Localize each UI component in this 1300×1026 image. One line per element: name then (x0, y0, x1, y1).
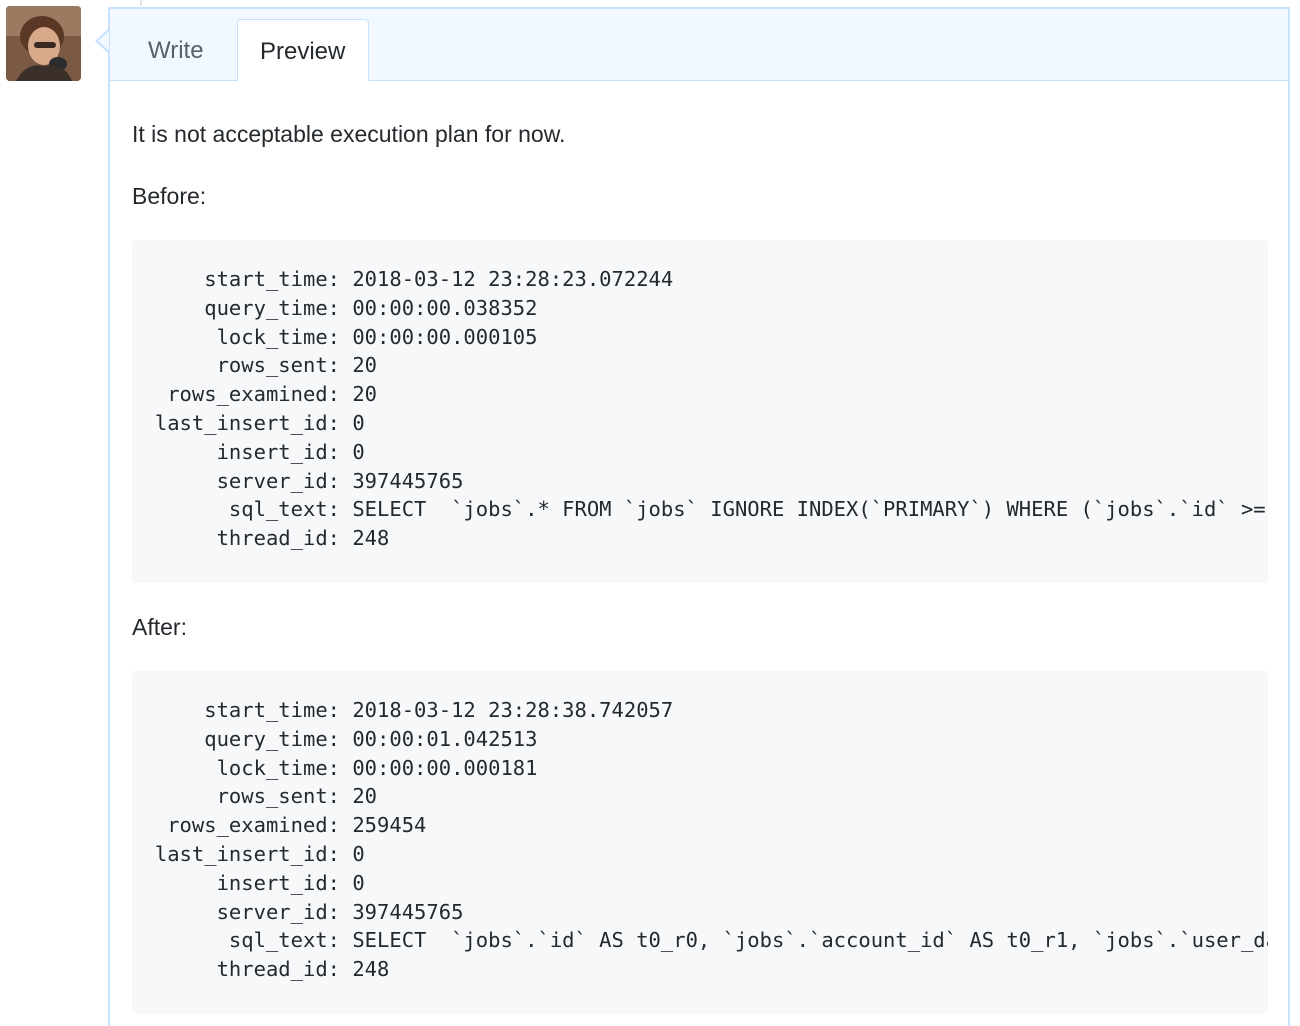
code-line: query_time: 00:00:00.038352 (132, 294, 1268, 323)
code-line: server_id: 397445765 (132, 898, 1268, 927)
code-value: SELECT `jobs`.* FROM `jobs` IGNORE INDEX… (340, 497, 1268, 522)
code-value: 0 (340, 410, 365, 435)
code-key: rows_examined: (167, 382, 340, 407)
code-line: start_time: 2018-03-12 23:28:23.072244 (132, 265, 1268, 294)
code-line: lock_time: 00:00:00.000181 (132, 754, 1268, 783)
code-line: insert_id: 0 (132, 438, 1268, 467)
code-key: last_insert_id: (154, 841, 340, 866)
code-line: server_id: 397445765 (132, 467, 1268, 496)
code-value: SELECT `jobs`.`id` AS t0_r0, `jobs`.`acc… (340, 928, 1268, 953)
code-line: sql_text: SELECT `jobs`.* FROM `jobs` IG… (132, 495, 1268, 524)
code-line: start_time: 2018-03-12 23:28:38.742057 (132, 696, 1268, 725)
code-line: last_insert_id: 0 (132, 840, 1268, 869)
before-label: Before: (132, 183, 207, 209)
code-value: 20 (340, 382, 378, 407)
code-key: rows_sent: (216, 784, 340, 809)
code-value: 2018-03-12 23:28:38.742057 (340, 698, 674, 722)
code-line: insert_id: 0 (132, 869, 1268, 898)
preview-paragraph: It is not acceptable execution plan for … (132, 121, 566, 147)
code-block-after: start_time: 2018-03-12 23:28:38.742057 qu… (132, 671, 1268, 1014)
tab-write[interactable]: Write (126, 19, 246, 82)
avatar-image (6, 6, 81, 81)
code-value: 0 (340, 439, 365, 464)
code-line: rows_examined: 259454 (132, 811, 1268, 840)
code-key: start_time: (204, 698, 340, 722)
code-key: server_id: (216, 468, 340, 493)
code-line: thread_id: 248 (132, 955, 1268, 984)
code-key: start_time: (204, 267, 340, 291)
code-value: 397445765 (340, 468, 464, 493)
code-value: 20 (340, 784, 378, 809)
code-key: thread_id: (216, 526, 340, 551)
code-key: last_insert_id: (154, 410, 340, 435)
code-key: rows_examined: (167, 813, 340, 838)
code-line: thread_id: 248 (132, 524, 1268, 553)
tab-bar: Write Preview (110, 9, 1288, 82)
code-key: query_time: (204, 726, 340, 751)
code-line: rows_sent: 20 (132, 351, 1268, 380)
code-value: 248 (340, 526, 390, 551)
code-value: 0 (340, 870, 365, 895)
code-value: 00:00:00.000105 (340, 324, 538, 349)
comment-caret-fill (98, 31, 109, 51)
code-value: 0 (340, 841, 365, 866)
code-key: sql_text: (228, 497, 340, 522)
code-line: query_time: 00:00:01.042513 (132, 725, 1268, 754)
code-line: sql_text: SELECT `jobs`.`id` AS t0_r0, `… (132, 926, 1268, 955)
code-value: 2018-03-12 23:28:23.072244 (340, 267, 674, 291)
code-key: insert_id: (216, 439, 340, 464)
code-key: thread_id: (216, 957, 340, 982)
after-label: After: (132, 614, 187, 640)
code-line: rows_sent: 20 (132, 782, 1268, 811)
code-key: lock_time: (216, 755, 340, 780)
code-key: insert_id: (216, 870, 340, 895)
code-value: 20 (340, 353, 378, 378)
code-line: rows_examined: 20 (132, 380, 1268, 409)
code-block-before: start_time: 2018-03-12 23:28:23.072244 qu… (132, 240, 1268, 583)
page: Write Preview It is not acceptable execu… (0, 0, 1300, 1026)
code-value: 00:00:00.038352 (340, 295, 538, 320)
code-key: rows_sent: (216, 353, 340, 378)
code-key: sql_text: (228, 928, 340, 953)
code-value: 397445765 (340, 899, 464, 924)
code-value: 248 (340, 957, 390, 982)
timeline-line (140, 0, 142, 6)
code-value: 259454 (340, 813, 427, 838)
code-value: 00:00:00.000181 (340, 755, 538, 780)
code-key: server_id: (216, 899, 340, 924)
code-line: lock_time: 00:00:00.000105 (132, 323, 1268, 352)
avatar[interactable] (6, 6, 81, 81)
tab-preview[interactable]: Preview (237, 19, 369, 82)
comment-box: Write Preview It is not acceptable execu… (108, 7, 1290, 1026)
code-value: 00:00:01.042513 (340, 726, 538, 751)
code-key: lock_time: (216, 324, 340, 349)
code-line: last_insert_id: 0 (132, 409, 1268, 438)
code-key: query_time: (204, 295, 340, 320)
